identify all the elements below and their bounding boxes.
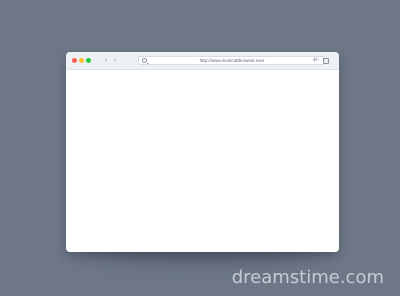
browser-toolbar: ‹ › http://www.mostcuttbrowser.ever ↻ + — [66, 52, 339, 69]
maximize-window-button[interactable] — [86, 58, 91, 63]
watermark: dreamstime.com — [231, 267, 384, 288]
address-bar[interactable]: http://www.mostcuttbrowser.ever ↻ — [138, 56, 324, 65]
back-button[interactable]: ‹ — [102, 56, 110, 65]
close-window-button[interactable] — [72, 58, 77, 63]
new-tab-button[interactable]: + — [311, 56, 318, 65]
forward-button[interactable]: › — [111, 56, 119, 65]
minimize-window-button[interactable] — [79, 58, 84, 63]
tabs-box-shape — [323, 58, 329, 64]
web-content-area — [66, 69, 339, 252]
browser-window: ‹ › http://www.mostcuttbrowser.ever ↻ + — [66, 52, 339, 252]
page-background: ‹ › http://www.mostcuttbrowser.ever ↻ + … — [0, 0, 400, 296]
search-icon — [142, 58, 147, 63]
tabs-icon[interactable] — [322, 56, 329, 65]
address-url: http://www.mostcuttbrowser.ever — [199, 58, 265, 63]
